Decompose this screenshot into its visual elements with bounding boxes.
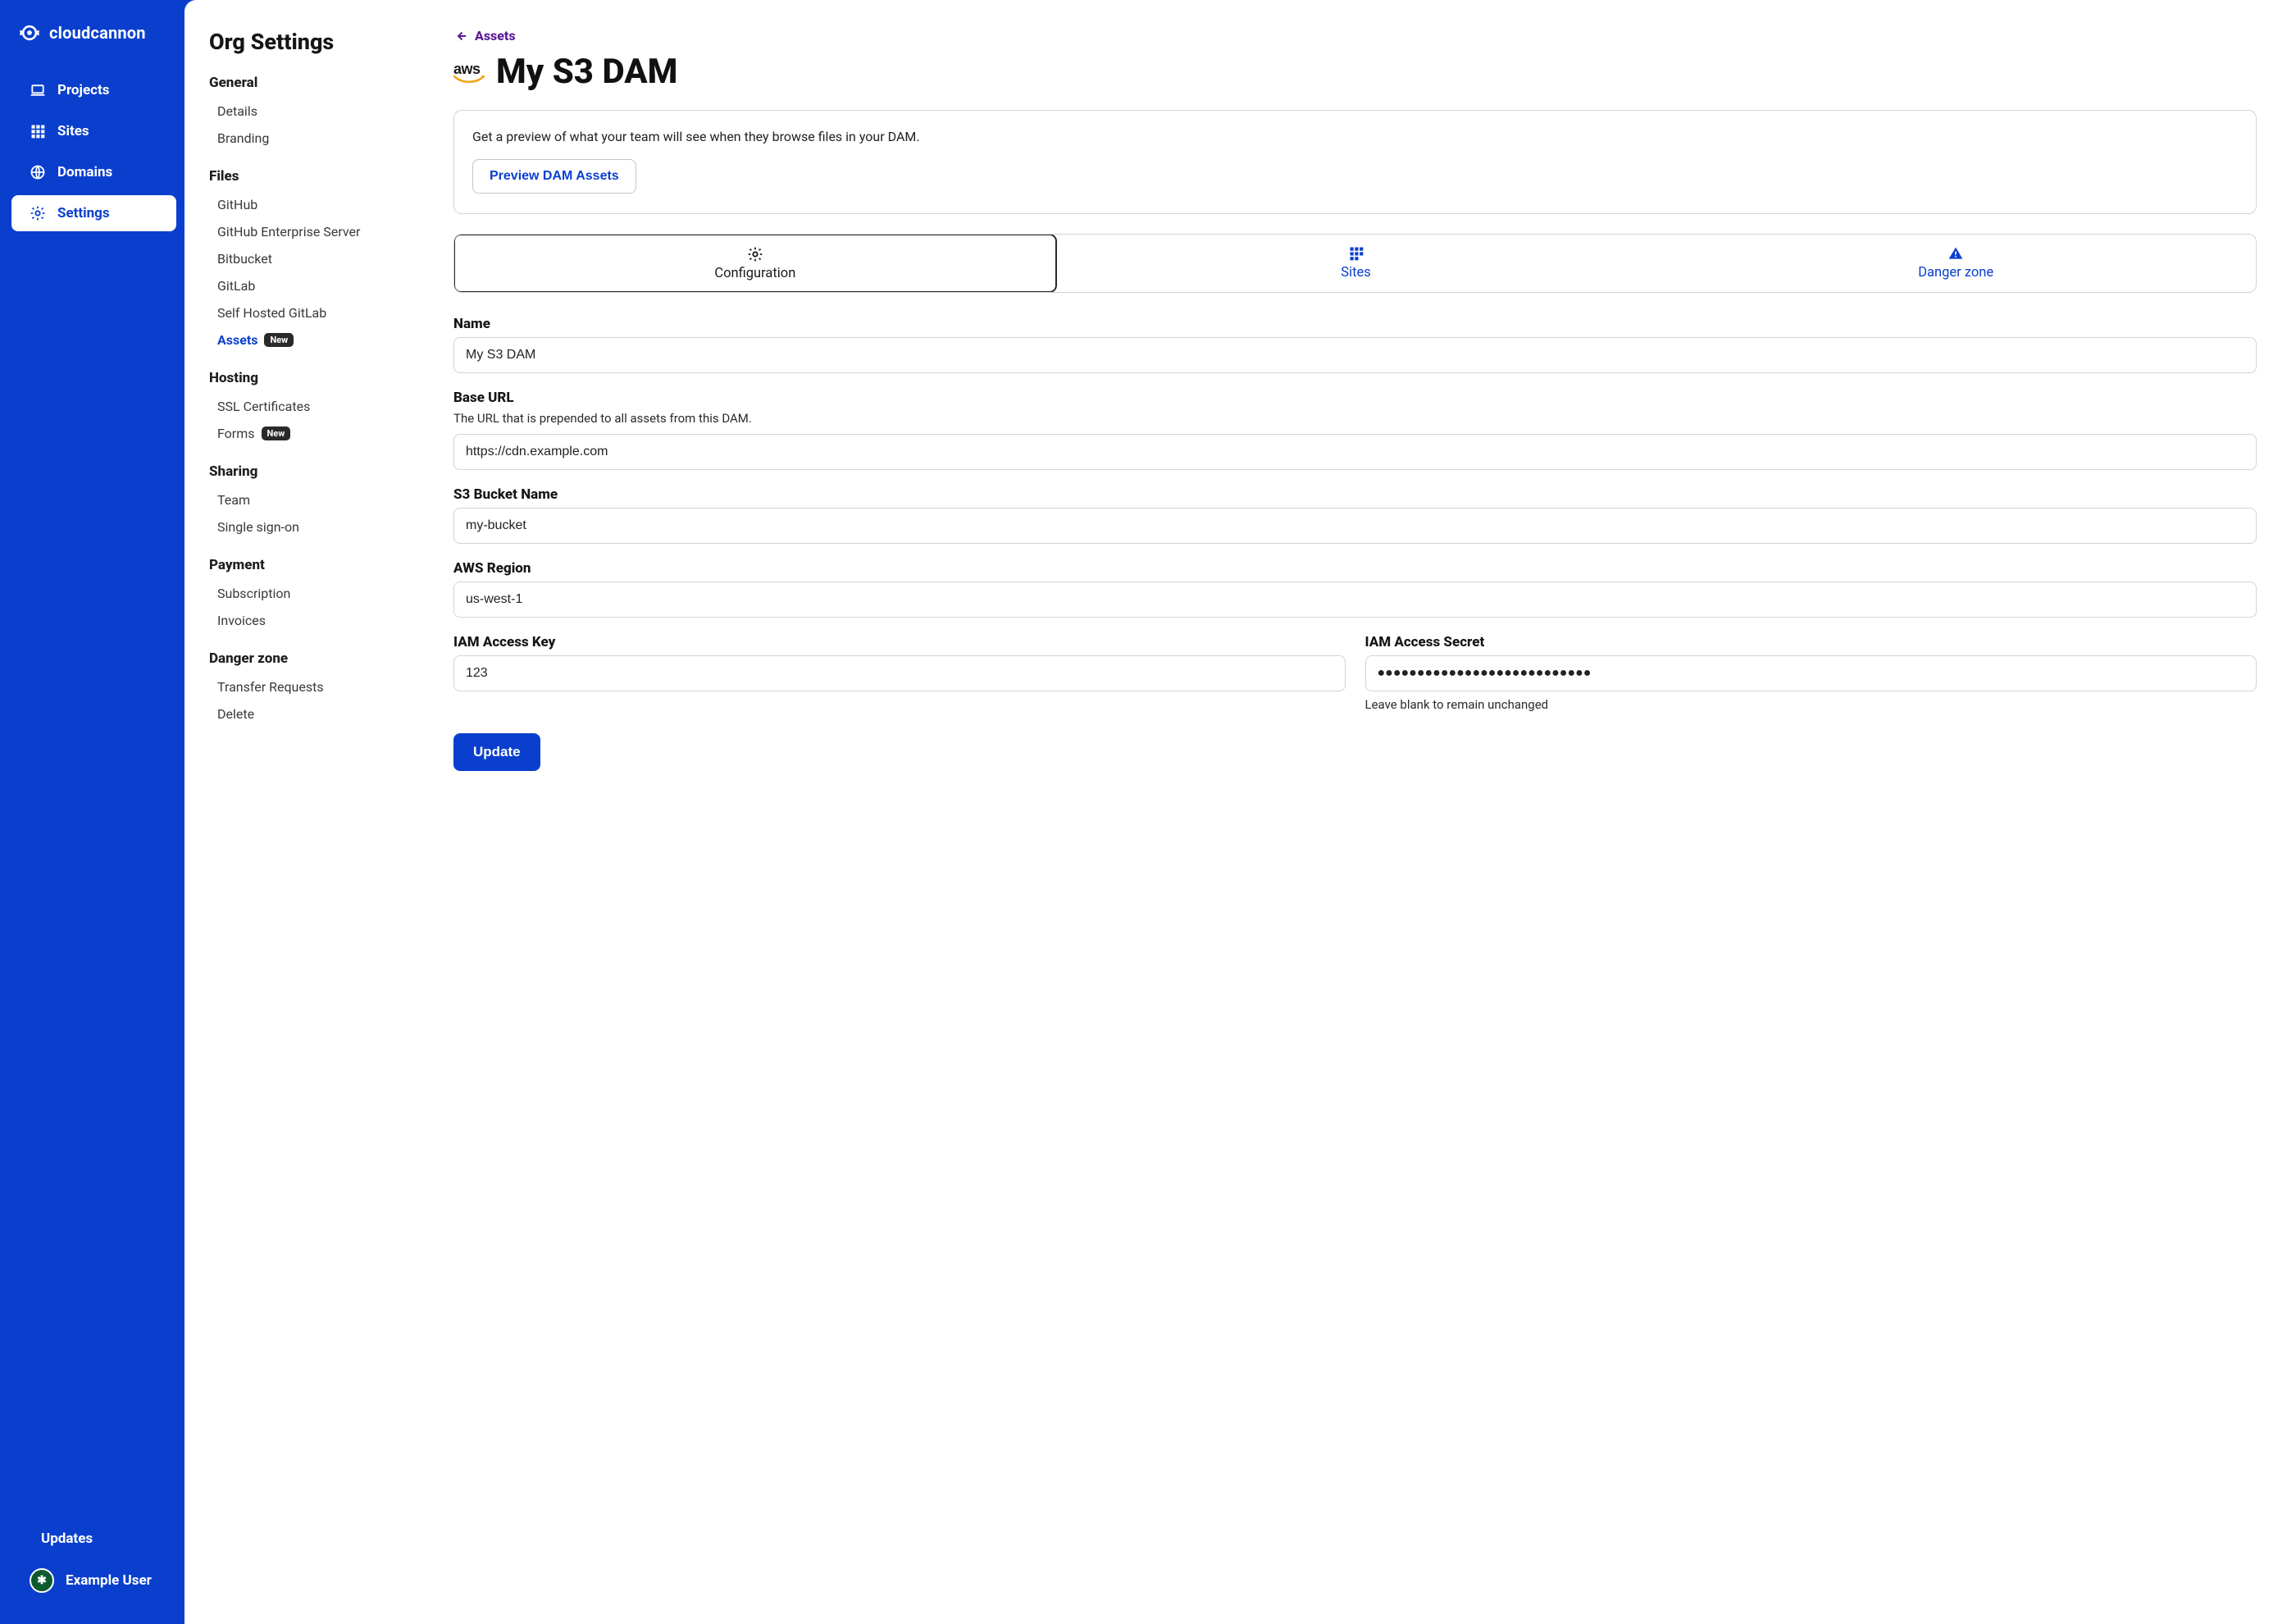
aws-logo-icon: aws xyxy=(453,61,485,84)
user-name: Example User xyxy=(66,1572,152,1589)
field-bucket: S3 Bucket Name xyxy=(453,486,2257,544)
tab-configuration[interactable]: Configuration xyxy=(453,234,1057,293)
subnav-assets[interactable]: Assets New xyxy=(209,326,404,354)
iamsecret-hint: Leave blank to remain unchanged xyxy=(1365,697,2257,712)
subnav-ssl[interactable]: SSL Certificates xyxy=(209,393,404,420)
new-badge: New xyxy=(262,427,291,440)
globe-icon xyxy=(30,164,46,180)
tab-danger[interactable]: Danger zone xyxy=(1656,235,2256,292)
name-label: Name xyxy=(453,316,2257,332)
new-badge: New xyxy=(264,333,294,347)
preview-dam-button[interactable]: Preview DAM Assets xyxy=(472,159,636,194)
nav-projects[interactable]: Projects xyxy=(11,72,176,108)
section-files: Files xyxy=(209,168,404,185)
iamkey-input[interactable] xyxy=(453,655,1346,691)
nav-updates[interactable]: Updates xyxy=(11,1521,176,1557)
baseurl-input[interactable] xyxy=(453,434,2257,470)
subnav-transfer[interactable]: Transfer Requests xyxy=(209,673,404,700)
iamkey-label: IAM Access Key xyxy=(453,634,1346,650)
subnav-bitbucket[interactable]: Bitbucket xyxy=(209,245,404,272)
subnav-title: Org Settings xyxy=(209,29,404,55)
subnav-details[interactable]: Details xyxy=(209,98,404,125)
section-danger: Danger zone xyxy=(209,650,404,667)
field-region: AWS Region xyxy=(453,560,2257,618)
field-iam-secret: IAM Access Secret Leave blank to remain … xyxy=(1365,634,2257,712)
tab-label: Sites xyxy=(1341,265,1370,281)
breadcrumb-back[interactable]: Assets xyxy=(453,28,2257,43)
iamsecret-label: IAM Access Secret xyxy=(1365,634,2257,650)
subnav-subscription[interactable]: Subscription xyxy=(209,580,404,607)
primary-sidebar: cloudcannon Projects Sites Domains xyxy=(0,0,184,1624)
gear-icon xyxy=(30,205,46,221)
region-input[interactable] xyxy=(453,582,2257,618)
breadcrumb-label: Assets xyxy=(475,28,516,43)
section-general: General xyxy=(209,75,404,91)
preview-card: Get a preview of what your team will see… xyxy=(453,110,2257,214)
brand: cloudcannon xyxy=(0,18,184,67)
tab-label: Danger zone xyxy=(1918,265,1993,281)
subnav-github[interactable]: GitHub xyxy=(209,191,404,218)
page-header: aws My S3 DAM xyxy=(453,52,2257,92)
tab-sites[interactable]: Sites xyxy=(1056,235,1656,292)
nav-label: Projects xyxy=(57,82,109,98)
cloudcannon-logo-icon xyxy=(18,21,41,44)
field-base-url: Base URL The URL that is prepended to al… xyxy=(453,390,2257,470)
subnav-delete[interactable]: Delete xyxy=(209,700,404,728)
arrow-left-icon xyxy=(453,29,468,43)
nav-domains[interactable]: Domains xyxy=(11,154,176,190)
nav-label: Updates xyxy=(41,1530,93,1547)
tab-label: Configuration xyxy=(714,266,795,281)
nav-label: Settings xyxy=(57,205,110,221)
update-button[interactable]: Update xyxy=(453,733,540,771)
section-sharing: Sharing xyxy=(209,463,404,480)
sidebar-nav: Projects Sites Domains Settings xyxy=(0,67,184,1517)
nav-label: Sites xyxy=(57,123,89,139)
org-settings-subnav: Org Settings General Details Branding Fi… xyxy=(184,0,422,1624)
subnav-ghes[interactable]: GitHub Enterprise Server xyxy=(209,218,404,245)
main-content: Assets aws My S3 DAM Get a preview of wh… xyxy=(422,0,2296,1624)
nav-user[interactable]: ✱ Example User xyxy=(11,1560,176,1601)
laptop-icon xyxy=(30,82,46,98)
field-iam-key: IAM Access Key xyxy=(453,634,1346,712)
nav-sites[interactable]: Sites xyxy=(11,113,176,149)
subnav-invoices[interactable]: Invoices xyxy=(209,607,404,634)
dam-tabs: Configuration Sites Danger zone xyxy=(453,234,2257,293)
nav-label: Domains xyxy=(57,164,112,180)
subnav-team[interactable]: Team xyxy=(209,486,404,513)
section-payment: Payment xyxy=(209,557,404,573)
grid-icon xyxy=(1348,245,1364,262)
bucket-input[interactable] xyxy=(453,508,2257,544)
sidebar-bottom: Updates ✱ Example User xyxy=(0,1517,184,1609)
baseurl-desc: The URL that is prepended to all assets … xyxy=(453,411,2257,426)
bucket-label: S3 Bucket Name xyxy=(453,486,2257,503)
subnav-branding[interactable]: Branding xyxy=(209,125,404,152)
preview-text: Get a preview of what your team will see… xyxy=(472,129,2238,144)
field-name: Name xyxy=(453,316,2257,373)
subnav-forms[interactable]: Forms New xyxy=(209,420,404,447)
warning-icon xyxy=(1947,245,1964,262)
iamsecret-input[interactable] xyxy=(1365,655,2257,691)
gear-icon xyxy=(747,246,763,262)
page-title: My S3 DAM xyxy=(496,52,677,92)
subnav-gitlab[interactable]: GitLab xyxy=(209,272,404,299)
section-hosting: Hosting xyxy=(209,370,404,386)
baseurl-label: Base URL xyxy=(453,390,2257,406)
nav-settings[interactable]: Settings xyxy=(11,195,176,231)
avatar: ✱ xyxy=(30,1568,54,1593)
brand-name: cloudcannon xyxy=(49,23,146,43)
name-input[interactable] xyxy=(453,337,2257,373)
region-label: AWS Region xyxy=(453,560,2257,577)
subnav-sso[interactable]: Single sign-on xyxy=(209,513,404,541)
subnav-selfgitlab[interactable]: Self Hosted GitLab xyxy=(209,299,404,326)
grid-icon xyxy=(30,123,46,139)
